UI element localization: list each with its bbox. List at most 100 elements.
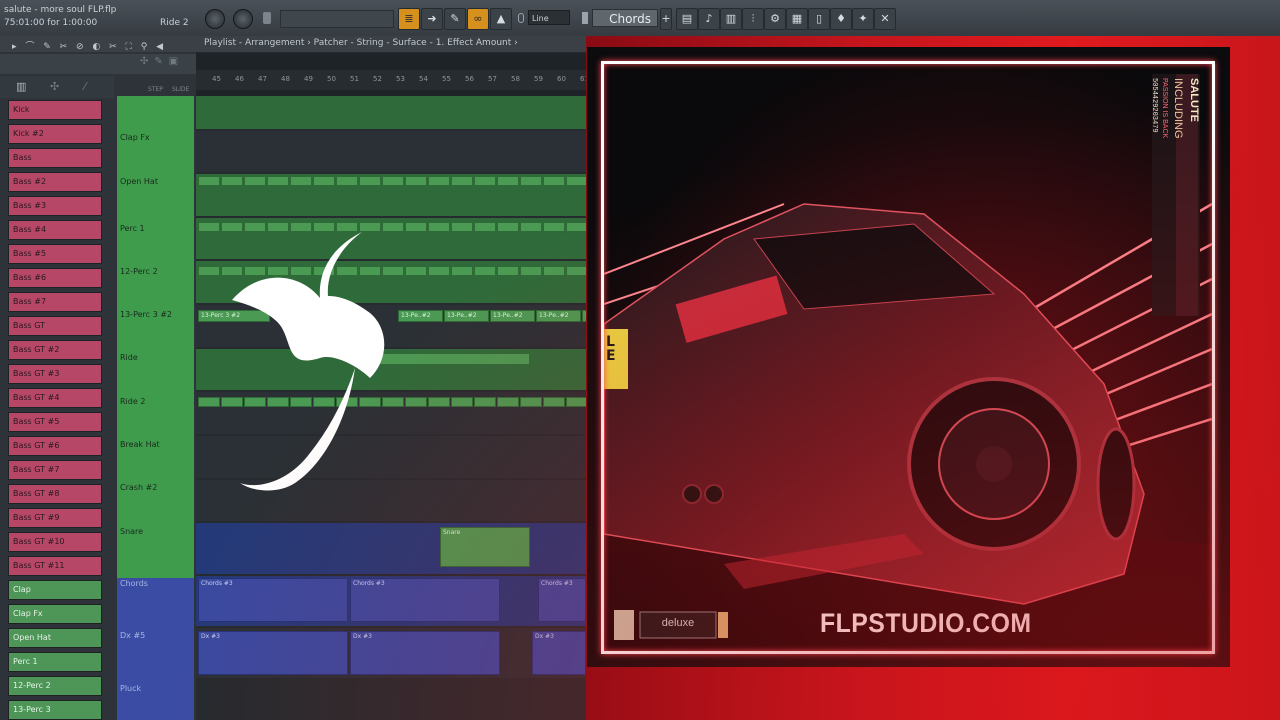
channel-button[interactable]: Bass GT #10 [8, 532, 102, 552]
pattern-clip[interactable] [451, 176, 473, 186]
channel-button[interactable]: Bass #4 [8, 220, 102, 240]
channel-button[interactable]: 12-Perc 2 [8, 676, 102, 696]
channel-button[interactable]: Bass #3 [8, 196, 102, 216]
track-label[interactable]: 13-Perc 3 #2 [120, 310, 172, 319]
channel-button[interactable]: Kick #2 [8, 124, 102, 144]
pattern-clip[interactable] [451, 397, 473, 407]
pattern-clip[interactable] [566, 266, 588, 276]
add-pattern-button[interactable]: + [660, 8, 672, 30]
track-label[interactable]: Dx #5 [120, 631, 145, 640]
plugin-icon[interactable]: ⚙ [764, 8, 786, 30]
timeline-ruler[interactable] [196, 70, 586, 90]
playlist-tools-icons[interactable]: ▸ ⌒ ✎ ✂ ⊘ ◐ ✂ ⛶ ⚲ ◀ [12, 39, 166, 52]
pattern-clip[interactable] [428, 266, 450, 276]
mixer-icon[interactable]: ⫶ [742, 8, 764, 30]
pattern-clip[interactable] [405, 176, 427, 186]
pattern-clip[interactable] [497, 397, 519, 407]
plugin-picker-icon[interactable]: ♦ [830, 8, 852, 30]
channel-button[interactable]: Bass GT #2 [8, 340, 102, 360]
pattern-clip[interactable] [405, 266, 427, 276]
pattern-clip[interactable] [313, 176, 335, 186]
playlist-track-lane[interactable] [196, 96, 586, 129]
pattern-clip[interactable] [428, 222, 450, 232]
channel-rack-icon[interactable]: ▥ [720, 8, 742, 30]
track-label[interactable]: Chords [120, 579, 148, 588]
channel-button[interactable]: Open Hat [8, 628, 102, 648]
pattern-clip[interactable] [451, 222, 473, 232]
pattern-clip[interactable] [543, 176, 565, 186]
channel-button[interactable]: Bass GT #11 [8, 556, 102, 576]
pattern-clip[interactable] [198, 222, 220, 232]
pattern-clip[interactable] [405, 222, 427, 232]
pattern-clip[interactable] [474, 176, 496, 186]
pattern-clip[interactable] [198, 176, 220, 186]
snap-select[interactable]: Line [528, 10, 570, 25]
pattern-clip[interactable] [543, 222, 565, 232]
pattern-clip[interactable] [566, 222, 588, 232]
channel-button[interactable]: Bass GT #3 [8, 364, 102, 384]
browser-icon[interactable]: ▦ [786, 8, 808, 30]
pattern-clip[interactable] [497, 222, 519, 232]
channel-button[interactable]: Bass GT #5 [8, 412, 102, 432]
brush-icon[interactable]: ✦ [852, 8, 874, 30]
arrow-right-icon[interactable]: ➜ [421, 8, 443, 30]
channel-button[interactable]: Clap Fx [8, 604, 102, 624]
channel-button[interactable]: Kick [8, 100, 102, 120]
pattern-clip[interactable]: Dx #3 [350, 631, 500, 675]
track-label[interactable]: Perc 1 [120, 224, 145, 233]
track-label[interactable]: Break Hat [120, 440, 160, 449]
channel-button[interactable]: Bass GT #6 [8, 436, 102, 456]
channel-button[interactable]: Bass GT #7 [8, 460, 102, 480]
track-label[interactable]: 12-Perc 2 [120, 267, 158, 276]
track-label[interactable]: Crash #2 [120, 483, 157, 492]
pattern-clip[interactable] [244, 176, 266, 186]
pattern-clip[interactable] [497, 176, 519, 186]
picker-tools-icons[interactable]: ✣✎▣ [140, 56, 184, 67]
pattern-clip[interactable]: Chords #3 [198, 578, 348, 622]
tempo-slider-icon[interactable] [263, 12, 271, 24]
pattern-clip[interactable] [474, 397, 496, 407]
track-label[interactable]: Ride 2 [120, 397, 145, 406]
pattern-clip[interactable] [474, 222, 496, 232]
link-tool-icon[interactable]: ⁄ [84, 80, 86, 93]
pattern-clip[interactable] [451, 266, 473, 276]
pattern-clip[interactable] [198, 397, 220, 407]
pattern-clip[interactable] [267, 176, 289, 186]
pattern-clip[interactable] [497, 266, 519, 276]
pattern-clip[interactable]: Chords #3 [350, 578, 500, 622]
pattern-clip[interactable] [566, 176, 588, 186]
pattern-clip[interactable] [566, 397, 588, 407]
pattern-clip[interactable] [428, 176, 450, 186]
track-label[interactable]: Pluck [120, 684, 141, 693]
link-icon[interactable]: ∞ [467, 8, 489, 30]
pattern-clip[interactable] [405, 397, 427, 407]
pattern-picker-icon-2[interactable]: ▥ [16, 80, 26, 93]
pattern-clip[interactable] [520, 397, 542, 407]
pattern-select[interactable]: Chords [592, 9, 658, 27]
pattern-clip[interactable] [520, 222, 542, 232]
pattern-clip[interactable] [336, 176, 358, 186]
pattern-clip[interactable] [520, 266, 542, 276]
playlist-icon[interactable]: ▤ [676, 8, 698, 30]
channel-button[interactable]: Bass [8, 148, 102, 168]
track-label[interactable]: Clap Fx [120, 133, 150, 142]
stamp-icon[interactable]: ▲ [490, 8, 512, 30]
pattern-clip[interactable] [359, 176, 381, 186]
playlist-snap-icon[interactable]: ≣ [398, 8, 420, 30]
channel-button[interactable]: Bass #5 [8, 244, 102, 264]
channel-button[interactable]: Bass GT #4 [8, 388, 102, 408]
pattern-clip[interactable] [221, 176, 243, 186]
pattern-clip[interactable] [198, 266, 220, 276]
channel-button[interactable]: Perc 1 [8, 652, 102, 672]
pattern-clip[interactable]: Dx #3 [532, 631, 586, 675]
move-icon[interactable]: ✣ [50, 80, 59, 93]
pattern-clip[interactable]: Snare [440, 527, 530, 567]
playlist-track-lane[interactable] [196, 131, 586, 172]
pattern-clip[interactable]: Dx #3 [198, 631, 348, 675]
pencil-icon[interactable]: ✎ [444, 8, 466, 30]
pattern-clip[interactable]: 13-Pe..#2 [536, 310, 581, 322]
pattern-clip[interactable]: 13-Pe..#2 [490, 310, 535, 322]
channel-button[interactable]: Bass #7 [8, 292, 102, 312]
pattern-clip[interactable]: 13-Pe..#2 [398, 310, 443, 322]
pattern-clip[interactable]: 13-Pe..#2 [444, 310, 489, 322]
